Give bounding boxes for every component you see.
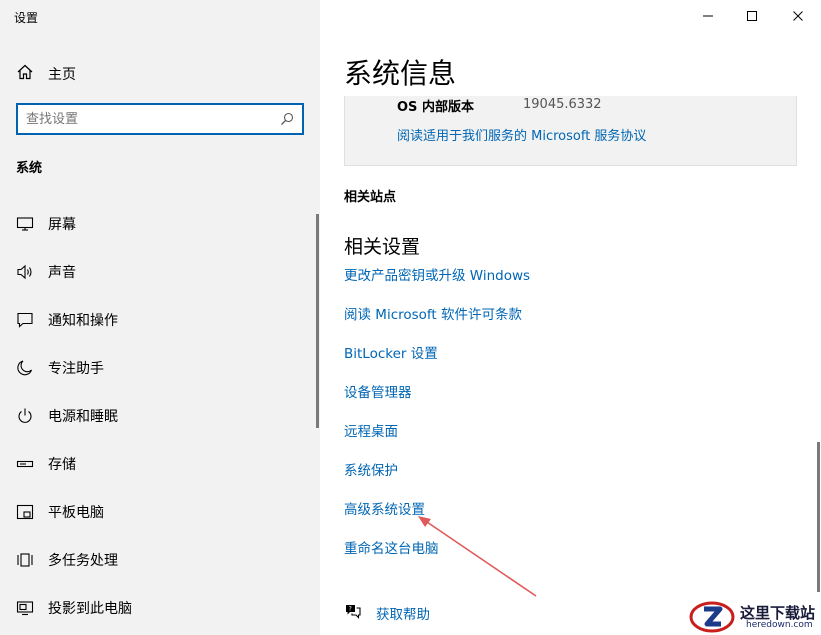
watermark-logo: 这里下载站 heredown.com <box>688 598 821 635</box>
sidebar-item-label: 多任务处理 <box>48 553 118 569</box>
main-content: 系统信息 OS 内部版本 19045.6332 阅读适用于我们服务的 Micro… <box>320 0 821 635</box>
sidebar-item-sound[interactable]: 声音 <box>0 248 312 296</box>
get-help-label: 获取帮助 <box>376 607 430 623</box>
sidebar-item-project-to-pc[interactable]: 投影到此电脑 <box>0 584 312 632</box>
home-label: 主页 <box>48 67 76 83</box>
sidebar-nav: 屏幕 声音 通知和操作 专注助手 电源和睡眠 存储 平板电脑 多任务处理 投影到… <box>0 200 312 632</box>
project-icon <box>16 599 34 617</box>
multitask-icon <box>16 551 34 569</box>
sidebar-item-label: 专注助手 <box>48 361 104 377</box>
search-box[interactable] <box>16 103 304 135</box>
minimize-icon <box>702 7 714 26</box>
sidebar-item-display[interactable]: 屏幕 <box>0 200 312 248</box>
windows-spec-box: OS 内部版本 19045.6332 阅读适用于我们服务的 Microsoft … <box>344 96 797 166</box>
os-build-value: 19045.6332 <box>523 97 602 112</box>
sidebar-item-tablet[interactable]: 平板电脑 <box>0 488 312 536</box>
rename-pc-link[interactable]: 重命名这台电脑 <box>344 537 439 557</box>
change-product-key-link[interactable]: 更改产品密钥或升级 Windows <box>344 264 530 284</box>
notification-icon <box>16 311 34 329</box>
watermark-emblem <box>689 601 735 633</box>
maximize-icon <box>746 7 758 26</box>
sidebar-item-label: 声音 <box>48 265 76 281</box>
home-icon <box>16 63 34 85</box>
search-input[interactable] <box>26 110 266 128</box>
sidebar-item-focus-assist[interactable]: 专注助手 <box>0 344 312 392</box>
sidebar-item-label: 平板电脑 <box>48 505 104 521</box>
remote-desktop-link[interactable]: 远程桌面 <box>344 420 398 440</box>
related-settings-heading: 相关设置 <box>344 236 421 258</box>
os-build-label: OS 内部版本 <box>397 100 474 115</box>
watermark-url: heredown.com <box>746 620 813 630</box>
sidebar-item-storage[interactable]: 存储 <box>0 440 312 488</box>
related-sites-heading: 相关站点 <box>344 190 397 205</box>
minimize-button[interactable] <box>685 0 731 32</box>
section-heading-system: 系统 <box>16 161 43 176</box>
speaker-icon <box>16 263 34 281</box>
power-icon <box>16 407 34 425</box>
sidebar-item-label: 屏幕 <box>48 217 76 233</box>
maximize-button[interactable] <box>729 0 775 32</box>
main-scrollbar[interactable] <box>817 442 820 592</box>
app-title: 设置 <box>14 11 39 25</box>
storage-icon <box>16 455 34 473</box>
search-icon[interactable] <box>280 111 294 130</box>
sidebar-item-multitasking[interactable]: 多任务处理 <box>0 536 312 584</box>
device-manager-link[interactable]: 设备管理器 <box>344 381 412 401</box>
close-icon <box>792 7 804 26</box>
sidebar-item-label: 电源和睡眠 <box>48 409 118 425</box>
sidebar-item-label: 通知和操作 <box>48 313 118 329</box>
sidebar-item-notifications[interactable]: 通知和操作 <box>0 296 312 344</box>
service-agreement-link[interactable]: 阅读适用于我们服务的 Microsoft 服务协议 <box>397 125 646 144</box>
sidebar-item-power-sleep[interactable]: 电源和睡眠 <box>0 392 312 440</box>
display-icon <box>16 215 34 233</box>
system-protection-link[interactable]: 系统保护 <box>344 459 398 479</box>
sidebar: 设置 主页 系统 屏幕 声音 通知和操作 专注助手 <box>0 0 320 635</box>
close-button[interactable] <box>775 0 821 32</box>
svg-text:?: ? <box>349 606 352 613</box>
advanced-system-settings-link[interactable]: 高级系统设置 <box>344 498 425 518</box>
sidebar-scrollbar[interactable] <box>316 214 319 428</box>
license-terms-link[interactable]: 阅读 Microsoft 软件许可条款 <box>344 303 522 323</box>
page-title: 系统信息 <box>344 57 457 90</box>
home-nav[interactable]: 主页 <box>16 64 76 84</box>
get-help-link[interactable]: ? 获取帮助 <box>344 602 430 624</box>
sidebar-item-label: 存储 <box>48 457 76 473</box>
bitlocker-settings-link[interactable]: BitLocker 设置 <box>344 342 438 362</box>
moon-icon <box>16 359 34 377</box>
sidebar-item-label: 投影到此电脑 <box>48 601 132 617</box>
help-chat-icon: ? <box>344 602 362 624</box>
tablet-icon <box>16 503 34 521</box>
